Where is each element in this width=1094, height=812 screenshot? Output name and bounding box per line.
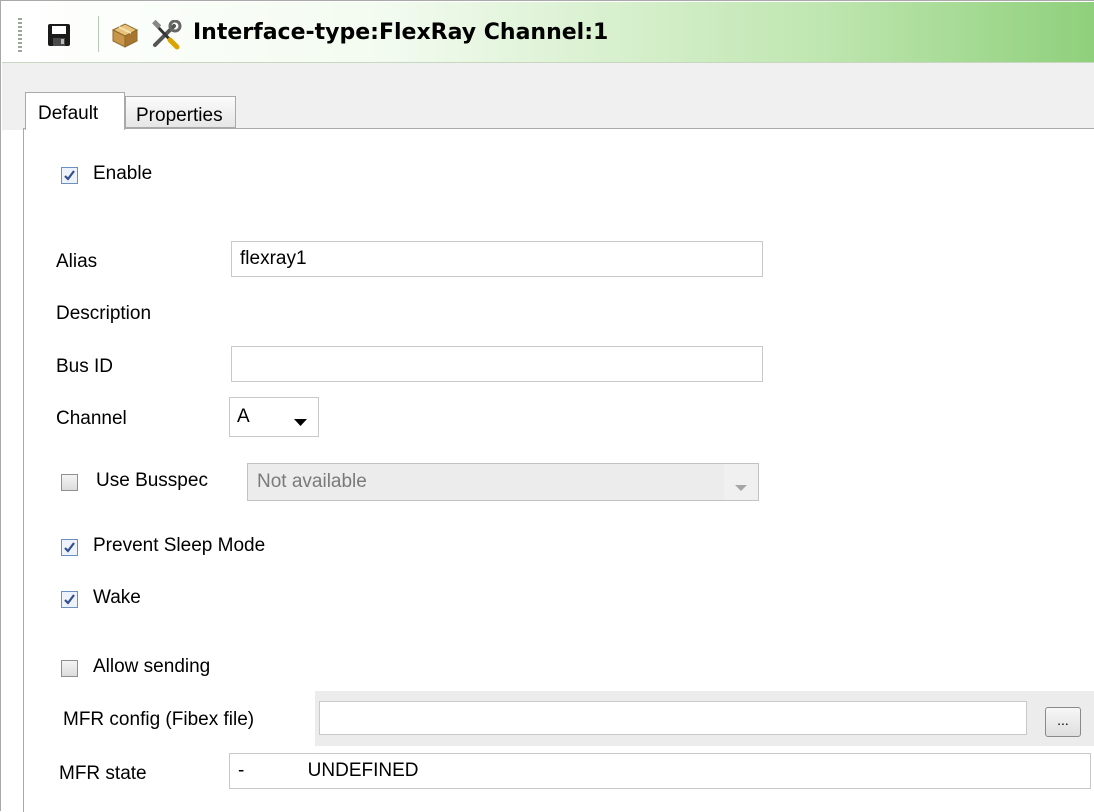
toolbar-separator xyxy=(98,16,99,52)
save-icon[interactable] xyxy=(44,20,74,50)
browse-button[interactable]: ... xyxy=(1045,707,1081,737)
wake-label: Wake xyxy=(93,587,141,608)
interface-config-window: Interface-type:FlexRay Channel:1 Propert… xyxy=(0,0,1094,812)
channel-label: Channel xyxy=(56,408,127,429)
toolbar-grip[interactable] xyxy=(18,18,22,52)
busspec-select[interactable]: Not available xyxy=(247,463,759,501)
package-icon[interactable] xyxy=(110,20,140,50)
window-title: Interface-type:FlexRay Channel:1 xyxy=(193,20,609,45)
channel-value: A xyxy=(237,406,250,427)
mfr-state-label: MFR state xyxy=(59,763,147,784)
tools-icon[interactable] xyxy=(150,19,182,50)
checkmark-icon xyxy=(64,594,75,605)
bus-id-input[interactable] xyxy=(231,346,763,382)
enable-label: Enable xyxy=(93,163,153,184)
prevent-sleep-checkbox[interactable] xyxy=(61,539,78,556)
busspec-value: Not available xyxy=(257,471,367,492)
alias-input[interactable]: flexray1 xyxy=(231,241,763,277)
use-busspec-label: Use Busspec xyxy=(96,470,208,491)
prevent-sleep-label: Prevent Sleep Mode xyxy=(93,535,266,556)
enable-checkbox[interactable] xyxy=(61,167,78,184)
alias-label: Alias xyxy=(56,251,98,272)
channel-select[interactable]: A xyxy=(229,397,319,437)
allow-sending-checkbox[interactable] xyxy=(61,660,78,677)
allow-sending-label: Allow sending xyxy=(93,656,211,677)
chevron-down-icon xyxy=(294,414,307,432)
chevron-down-icon xyxy=(735,479,747,497)
wake-checkbox[interactable] xyxy=(61,591,78,608)
checkmark-icon xyxy=(64,542,75,553)
mfr-config-label: MFR config (Fibex file) xyxy=(63,709,255,730)
checkmark-icon xyxy=(64,170,75,181)
bus-id-label: Bus ID xyxy=(56,356,114,377)
description-label: Description xyxy=(56,303,152,324)
tab-properties[interactable]: Properties xyxy=(125,96,236,128)
tab-default[interactable]: Default xyxy=(25,92,125,130)
use-busspec-checkbox[interactable] xyxy=(61,474,78,491)
title-bar: Interface-type:FlexRay Channel:1 xyxy=(2,2,1094,63)
busspec-dropdown-button xyxy=(724,464,758,500)
mfr-config-input[interactable] xyxy=(319,701,1027,735)
mfr-state-field: - UNDEFINED xyxy=(229,753,1091,789)
